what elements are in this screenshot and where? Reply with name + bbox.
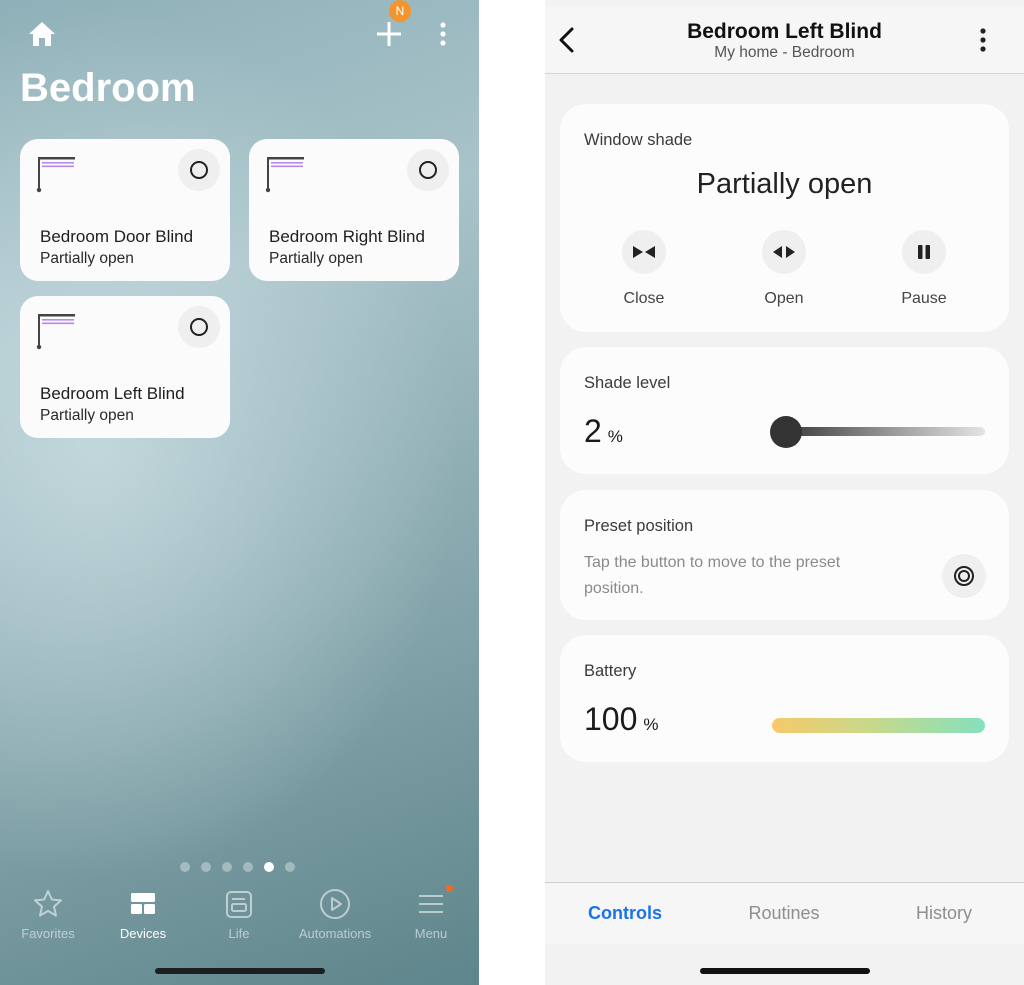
nav-favorites[interactable]: Favorites xyxy=(0,888,96,941)
open-button-circle[interactable] xyxy=(762,230,806,274)
more-vertical-icon[interactable] xyxy=(436,20,450,48)
device-detail-screen: Bedroom Left Blind My home - Bedroom Win… xyxy=(545,0,1024,985)
blind-icon xyxy=(36,314,75,350)
nav-label: Favorites xyxy=(21,926,75,941)
tab-history[interactable]: History xyxy=(864,903,1024,924)
page-dot-active[interactable] xyxy=(264,862,274,872)
star-icon xyxy=(34,890,62,917)
nav-life[interactable]: Life xyxy=(191,888,287,941)
room-title: Bedroom xyxy=(20,66,196,110)
devices-screen: N Bedroom Bedroom Door Blind Partially o… xyxy=(0,0,479,985)
battery-card: Battery 100% xyxy=(560,635,1009,762)
menu-notification-dot xyxy=(446,885,453,892)
control-label: Pause xyxy=(901,290,947,307)
device-status: Partially open xyxy=(40,250,134,267)
preset-target-icon xyxy=(954,566,974,586)
blind-icon xyxy=(265,157,304,193)
nav-label: Devices xyxy=(119,926,167,941)
detail-tabs: Controls Routines History xyxy=(545,882,1024,944)
device-location: My home - Bedroom xyxy=(714,44,855,61)
card-label: Window shade xyxy=(584,131,693,149)
power-circle-icon xyxy=(190,161,208,179)
shade-level-unit: % xyxy=(607,427,623,446)
page-indicator[interactable] xyxy=(180,862,295,872)
window-shade-card: Window shade Partially open Close Open P… xyxy=(560,104,1009,332)
preset-description: Tap the button to move to the preset pos… xyxy=(584,554,841,597)
detail-header: Bedroom Left Blind My home - Bedroom xyxy=(545,6,1024,74)
page-dot[interactable] xyxy=(285,862,295,872)
card-label: Battery xyxy=(584,662,637,680)
device-status: Partially open xyxy=(40,407,134,424)
shade-state: Partially open xyxy=(696,168,873,200)
page-dot[interactable] xyxy=(222,862,232,872)
preset-position-card: Preset position Tap the button to move t… xyxy=(560,490,1009,620)
control-label: Close xyxy=(623,290,665,307)
shade-level-slider[interactable] xyxy=(772,427,985,436)
nav-label: Life xyxy=(228,926,250,941)
device-card[interactable]: Bedroom Door Blind Partially open xyxy=(20,139,230,281)
power-circle-icon xyxy=(190,318,208,336)
battery-level-bar xyxy=(772,718,985,733)
close-button[interactable]: Close xyxy=(594,230,694,308)
power-button[interactable] xyxy=(178,306,220,348)
nav-label: Menu xyxy=(414,926,448,941)
device-title: Bedroom Left Blind xyxy=(687,20,882,43)
device-status: Partially open xyxy=(269,250,363,267)
shade-level-card: Shade level 2% xyxy=(560,347,1009,474)
devices-grid-icon xyxy=(131,893,155,914)
tab-routines[interactable]: Routines xyxy=(704,903,864,924)
power-circle-icon xyxy=(419,161,437,179)
control-label: Open xyxy=(764,290,804,307)
play-circle-icon xyxy=(320,889,350,919)
preset-button[interactable] xyxy=(942,554,986,598)
nav-menu[interactable]: Menu xyxy=(383,888,479,941)
card-label: Shade level xyxy=(584,374,671,392)
home-indicator[interactable] xyxy=(700,968,870,974)
page-dot[interactable] xyxy=(243,862,253,872)
battery-number: 100 xyxy=(584,701,638,737)
shade-level-value: 2% xyxy=(584,413,623,450)
device-card[interactable]: Bedroom Left Blind Partially open xyxy=(20,296,230,438)
battery-unit: % xyxy=(643,715,659,734)
plus-icon[interactable] xyxy=(374,19,404,49)
page-dot[interactable] xyxy=(180,862,190,872)
close-button-circle[interactable] xyxy=(622,230,666,274)
tab-controls[interactable]: Controls xyxy=(545,903,705,924)
device-name: Bedroom Right Blind xyxy=(269,227,425,246)
battery-value: 100% xyxy=(584,701,659,738)
menu-icon xyxy=(419,895,443,913)
device-name: Bedroom Door Blind xyxy=(40,227,194,246)
close-shade-icon xyxy=(633,246,655,258)
blind-icon xyxy=(36,157,75,193)
pause-icon xyxy=(918,245,930,259)
home-icon[interactable] xyxy=(27,20,57,48)
open-shade-icon xyxy=(773,246,795,258)
more-vertical-icon[interactable] xyxy=(977,26,989,54)
device-name: Bedroom Left Blind xyxy=(40,384,185,403)
home-indicator[interactable] xyxy=(155,968,325,974)
notification-badge: N xyxy=(389,0,411,22)
shade-level-slider-thumb[interactable] xyxy=(770,416,802,448)
open-button[interactable]: Open xyxy=(734,230,834,308)
life-icon xyxy=(226,891,252,918)
bottom-nav: Favorites Devices Life Automations Menu xyxy=(0,888,479,948)
nav-devices[interactable]: Devices xyxy=(95,888,191,941)
pause-button[interactable]: Pause xyxy=(874,230,974,308)
card-label: Preset position xyxy=(584,517,694,535)
pause-button-circle[interactable] xyxy=(902,230,946,274)
shade-level-number: 2 xyxy=(584,413,602,449)
page-dot[interactable] xyxy=(201,862,211,872)
power-button[interactable] xyxy=(407,149,449,191)
power-button[interactable] xyxy=(178,149,220,191)
nav-automations[interactable]: Automations xyxy=(287,888,383,941)
nav-label: Automations xyxy=(298,926,372,941)
device-card[interactable]: Bedroom Right Blind Partially open xyxy=(249,139,459,281)
